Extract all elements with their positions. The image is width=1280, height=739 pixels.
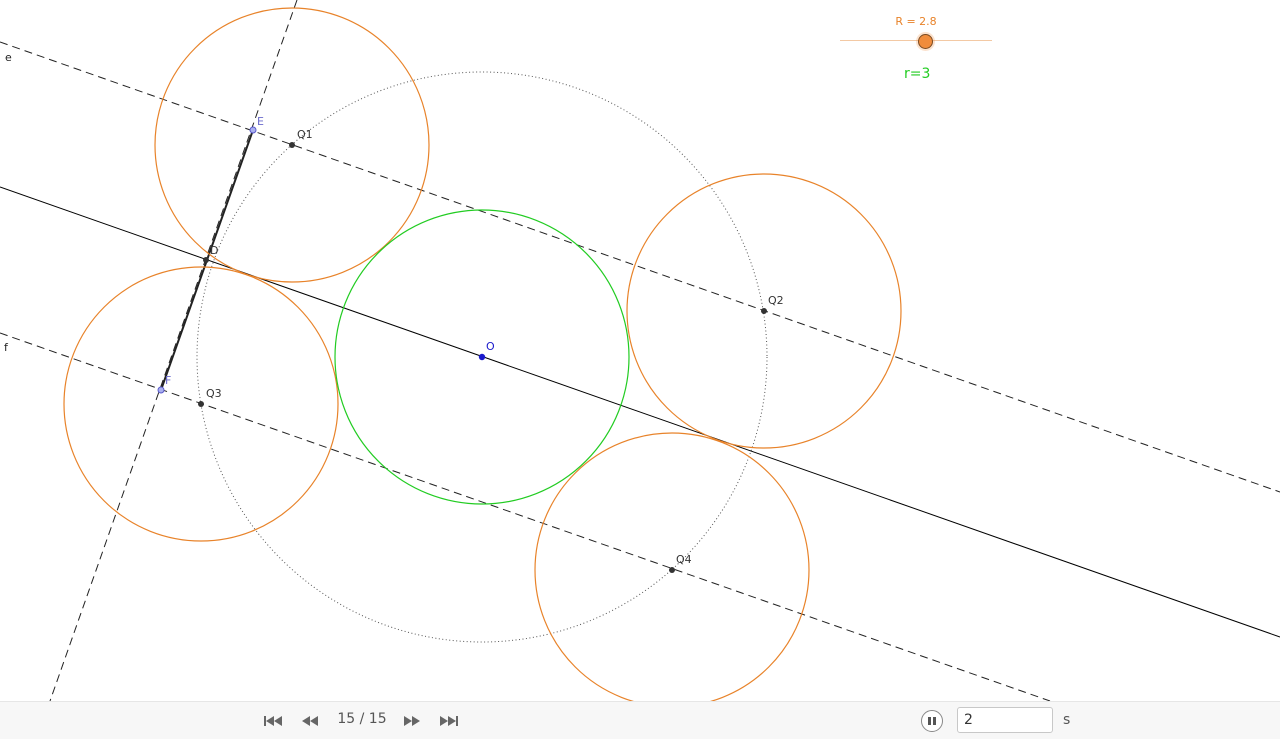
point-q2[interactable] [761,308,767,314]
line-d-o [0,186,1280,638]
point-o[interactable] [478,353,486,361]
radius-slider[interactable]: R = 2.8 [840,12,992,52]
radius-text: r=3 [904,66,931,82]
line-f [0,332,1051,701]
step-counter: 15 / 15 [337,711,387,727]
label-q1: Q1 [297,128,313,141]
point-d[interactable] [203,257,209,263]
label-q4: Q4 [676,553,692,566]
previous-step-icon[interactable] [299,713,321,729]
next-step-icon[interactable] [401,713,423,729]
label-d: D [210,244,218,257]
speed-unit: s [1063,712,1071,728]
perpendicular-dashed-line [49,0,298,701]
label-line-f: f [4,341,9,354]
slider-track[interactable] [840,40,992,41]
point-e[interactable] [249,126,257,134]
label-e: E [257,115,264,128]
construction-canvas[interactable]: Q1 Q2 Q3 Q4 D O E F e f [0,0,1280,701]
label-f: F [165,374,171,387]
speed-input[interactable] [957,707,1053,733]
pause-icon[interactable] [921,710,943,732]
point-q4[interactable] [669,567,675,573]
point-q1[interactable] [289,142,295,148]
last-step-icon[interactable] [438,713,460,729]
navigation-toolbar: 15 / 15 s [0,701,1280,739]
label-line-e: e [5,51,12,64]
label-q3: Q3 [206,387,222,400]
first-step-icon[interactable] [262,713,284,729]
label-q2: Q2 [768,294,784,307]
label-o: O [486,340,495,353]
slider-knob[interactable] [918,34,933,49]
graphics-view[interactable]: Q1 Q2 Q3 Q4 D O E F e f R = 2.8 r=3 [0,0,1280,701]
point-q3[interactable] [198,401,204,407]
slider-label: R = 2.8 [895,15,937,28]
point-f[interactable] [157,386,165,394]
